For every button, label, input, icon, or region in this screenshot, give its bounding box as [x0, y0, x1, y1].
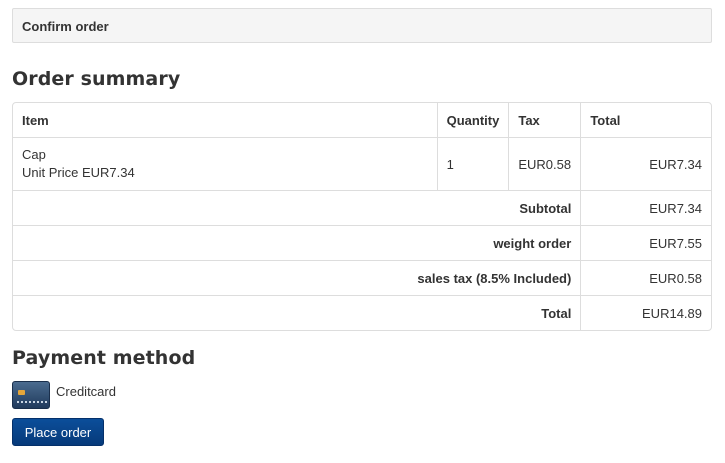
subtotal-value: EUR7.34	[580, 190, 711, 225]
credit-card-icon	[12, 381, 50, 409]
order-summary-table: Item Quantity Tax Total Cap Unit Price E…	[12, 102, 712, 331]
table-row: Cap Unit Price EUR7.34 1 EUR0.58 EUR7.34	[13, 137, 711, 190]
total-value: EUR14.89	[580, 295, 711, 330]
total-label: Total	[13, 295, 581, 330]
sales-tax-value: EUR0.58	[580, 260, 711, 295]
weight-order-row: weight order EUR7.55	[13, 225, 711, 260]
place-order-button[interactable]: Place order	[12, 418, 104, 446]
order-summary-title: Order summary	[12, 68, 181, 90]
item-quantity: 1	[436, 137, 509, 190]
column-header-item: Item	[22, 112, 49, 128]
weight-order-label: weight order	[13, 225, 581, 260]
item-tax: EUR0.58	[508, 137, 581, 190]
sales-tax-label: sales tax (8.5% Included)	[13, 260, 581, 295]
weight-order-value: EUR7.55	[580, 225, 711, 260]
payment-method-title: Payment method	[12, 347, 196, 369]
item-name: Cap	[22, 147, 46, 162]
card-number-dots	[17, 401, 47, 405]
card-chip	[18, 390, 25, 395]
item-total: EUR7.34	[580, 137, 711, 190]
subtotal-row: Subtotal EUR7.34	[13, 190, 711, 225]
sales-tax-row: sales tax (8.5% Included) EUR0.58	[13, 260, 711, 295]
item-unit-price: Unit Price EUR7.34	[22, 165, 135, 180]
table-header-row: Item Quantity Tax Total	[13, 103, 711, 137]
confirm-order-header: Confirm order	[12, 8, 712, 43]
confirm-order-title: Confirm order	[22, 19, 109, 34]
column-header-quantity: Quantity	[436, 103, 509, 137]
item-cell: Cap Unit Price EUR7.34	[13, 137, 437, 190]
subtotal-label: Subtotal	[13, 190, 581, 225]
column-header-total: Total	[580, 103, 711, 137]
payment-method-label: Creditcard	[56, 384, 116, 399]
column-header-tax: Tax	[508, 103, 580, 137]
total-row: Total EUR14.89	[13, 295, 711, 330]
